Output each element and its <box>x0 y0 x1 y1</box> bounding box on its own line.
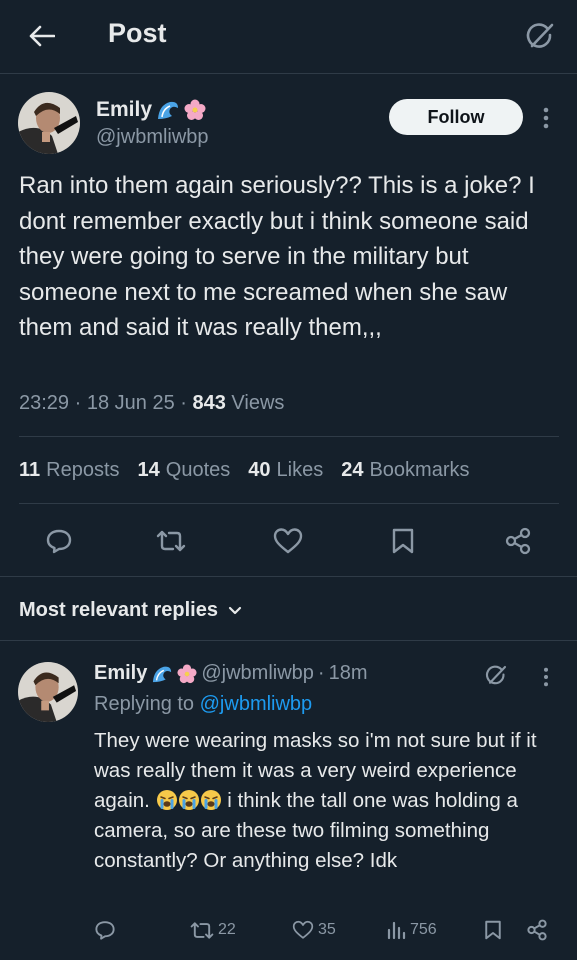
post-actions <box>0 518 577 564</box>
reply-icon <box>95 921 115 940</box>
wave-emoji-icon <box>156 99 180 121</box>
reply-avatar[interactable] <box>18 662 78 722</box>
post-text: Ran into them again seriously?? This is … <box>19 172 535 341</box>
reply-age[interactable]: 18m <box>329 662 368 685</box>
repost-button[interactable] <box>151 521 191 561</box>
arrow-left-icon <box>29 25 55 47</box>
grok-icon <box>486 665 507 685</box>
repost-icon <box>156 530 186 552</box>
post-meta: 23:29 · 18 Jun 25 · 843 Views <box>19 392 285 414</box>
page-title: Post <box>108 18 167 48</box>
loudly-crying-face-icon <box>156 789 178 811</box>
reply-repost-count: 22 <box>218 921 236 938</box>
reply-like-button[interactable]: 35 <box>292 912 336 948</box>
quotes-stat[interactable]: 14 Quotes <box>138 459 231 482</box>
separator-dot: · <box>317 662 325 684</box>
loudly-crying-face-icon <box>200 789 222 811</box>
reply-author-handle[interactable]: @jwbmliwbp <box>201 662 314 685</box>
author-name[interactable]: Emily <box>96 98 206 122</box>
reply-header: Emily @jwbmliwbp · 18m <box>94 662 368 685</box>
bookmark-icon <box>392 528 414 554</box>
replies-sort-dropdown[interactable]: Most relevant replies <box>19 599 242 622</box>
more-vertical-icon <box>544 667 548 687</box>
share-icon <box>505 527 531 555</box>
post-time[interactable]: 23:29 <box>19 392 69 414</box>
reply-views-button[interactable]: 756 <box>386 912 437 948</box>
share-button[interactable] <box>498 521 538 561</box>
replying-to: Replying to @jwbmliwbp <box>94 693 313 715</box>
divider <box>19 436 559 437</box>
reposts-stat[interactable]: 11 Reposts <box>19 459 120 482</box>
top-bar: Post <box>0 0 577 74</box>
reply-reply-button[interactable] <box>94 912 116 948</box>
emoji-group <box>156 789 228 812</box>
reply-more-options-button[interactable] <box>537 664 555 690</box>
reply-text: They were wearing masks so i'm not sure … <box>94 729 537 872</box>
bookmark-button[interactable] <box>383 521 423 561</box>
back-button[interactable] <box>22 18 62 54</box>
more-options-button[interactable] <box>536 104 556 132</box>
replying-to-handle[interactable]: @jwbmliwbp <box>200 693 313 715</box>
wave-emoji-icon <box>151 664 173 684</box>
analytics-icon <box>387 921 406 940</box>
like-button[interactable] <box>268 521 308 561</box>
flower-emoji-icon <box>184 99 206 121</box>
reply-repost-button[interactable]: 22 <box>190 912 236 948</box>
views-label: Views <box>231 392 285 414</box>
avatar[interactable] <box>18 92 80 154</box>
reply-like-count: 35 <box>318 921 336 938</box>
views-count: 843 <box>192 392 226 414</box>
reply-author-name[interactable]: Emily <box>94 662 147 685</box>
heart-icon <box>292 920 314 939</box>
reply-views-count: 756 <box>410 921 437 938</box>
reply-button[interactable] <box>39 521 79 561</box>
flower-emoji-icon <box>177 663 197 684</box>
divider <box>0 576 577 577</box>
reply-actions: 22 35 756 <box>0 912 577 950</box>
more-vertical-icon <box>543 107 549 129</box>
loudly-crying-face-icon <box>178 789 200 811</box>
reply-grok-button[interactable] <box>480 660 512 692</box>
grok-button[interactable] <box>520 17 560 57</box>
post-date[interactable]: 18 Jun 25 <box>87 392 175 414</box>
likes-stat[interactable]: 40 Likes <box>248 459 323 482</box>
reply-share-button[interactable] <box>526 912 548 948</box>
repost-icon <box>190 921 214 939</box>
grok-icon <box>526 23 554 48</box>
follow-button[interactable]: Follow <box>389 99 523 135</box>
chevron-down-icon <box>228 606 242 614</box>
heart-icon <box>273 528 303 554</box>
reply-icon <box>46 529 72 554</box>
bookmark-icon <box>485 920 501 940</box>
bookmarks-stat[interactable]: 24 Bookmarks <box>341 459 469 482</box>
author-handle[interactable]: @jwbmliwbp <box>96 126 209 149</box>
reply-bookmark-button[interactable] <box>484 912 502 948</box>
divider <box>0 640 577 641</box>
share-icon <box>527 919 547 941</box>
divider <box>19 503 559 504</box>
post-stats: 11 Reposts 14 Quotes 40 Likes 24 Bookmarks <box>19 459 470 482</box>
